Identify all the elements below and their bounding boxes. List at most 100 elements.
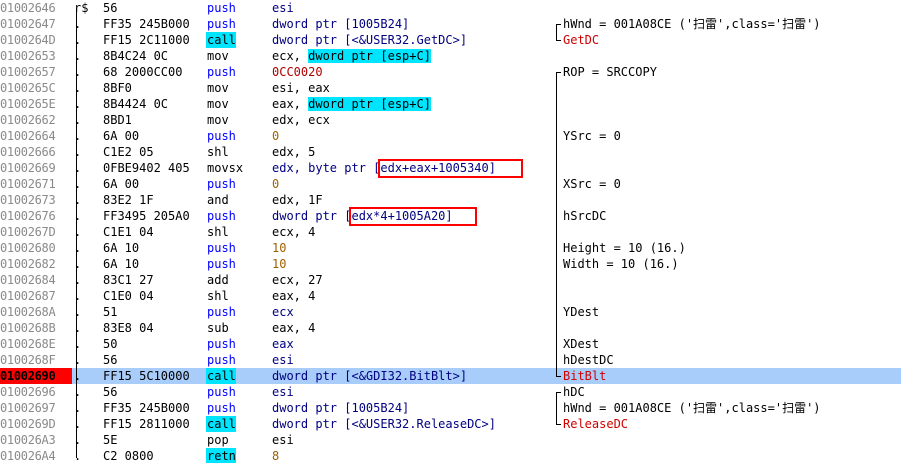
mnemonic-cell: push	[207, 17, 236, 31]
mnemonic-cell: movsx	[207, 161, 244, 175]
hex-bytes-cell: C1E1 04	[103, 225, 154, 239]
operand-cell: dword ptr [1005B24]	[272, 17, 410, 31]
mnemonic-cell: and	[207, 193, 229, 207]
disasm-row[interactable]: 01002690. FF15 5C10000 call dword ptr [<&GD…	[0, 368, 901, 384]
address-cell: 01002676	[0, 209, 56, 223]
getdc-arg-bracket-top	[556, 24, 561, 25]
hex-bytes-cell: FF15 5C10000	[103, 369, 190, 383]
gutter-marker: .	[74, 241, 82, 255]
mnemonic-cell: shl	[207, 145, 229, 159]
address-cell: 01002671	[0, 177, 56, 191]
gutter-marker: .	[74, 209, 82, 223]
disasm-row[interactable]: 01002682. 6A 10 push 10 Width = 10 (16.)	[0, 256, 901, 272]
operand-cell: esi	[272, 385, 294, 399]
disasm-row[interactable]: 0100265C. 8BF0 mov esi, eax	[0, 80, 901, 96]
disasm-row[interactable]: 0100268B. 83E8 04 sub eax, 4	[0, 320, 901, 336]
disasm-row[interactable]: 01002646 r$ 56 push esi	[0, 0, 901, 16]
mnemonic-cell: mov	[207, 49, 229, 63]
gutter-marker: .	[74, 417, 82, 431]
address-cell: 010026A3	[0, 433, 56, 447]
address-cell: 01002687	[0, 289, 56, 303]
disasm-row[interactable]: 0100269D. FF15 2811000 call dword ptr [<&US…	[0, 416, 901, 432]
mnemonic-cell: sub	[207, 321, 229, 335]
address-cell: 01002647	[0, 17, 56, 31]
mnemonic-cell: call	[206, 368, 236, 384]
comment-cell: BitBlt	[563, 369, 607, 383]
disasm-row[interactable]: 01002671. 6A 00 push 0 XSrc = 0	[0, 176, 901, 192]
mnemonic-cell: push	[207, 209, 236, 223]
comment-cell	[563, 48, 901, 64]
gutter-marker: .	[74, 177, 82, 191]
hex-bytes-cell: 0FBE9402 405	[103, 161, 190, 175]
hex-bytes-cell: 5E	[103, 433, 118, 447]
address-cell: 01002680	[0, 241, 56, 255]
disasm-row[interactable]: 01002647. FF35 245B000 push dword ptr [1005…	[0, 16, 901, 32]
hex-bytes-cell: 6A 00	[103, 129, 140, 143]
hex-bytes-cell: 83E8 04	[103, 321, 154, 335]
gutter-marker: .	[74, 433, 82, 447]
hex-bytes-cell: 68 2000CC00	[103, 65, 183, 79]
disasm-row[interactable]: 01002673. 83E2 1F and edx, 1F	[0, 192, 901, 208]
disasm-row[interactable]: 01002684. 83C1 27 add ecx, 27	[0, 272, 901, 288]
mnemonic-cell: mov	[207, 97, 229, 111]
gutter-marker: .	[74, 353, 82, 367]
gutter-marker: .	[74, 97, 82, 111]
disasm-row[interactable]: 01002662. 8BD1 mov edx, ecx	[0, 112, 901, 128]
comment-cell	[563, 112, 901, 128]
gutter-marker: .	[74, 401, 82, 415]
hex-bytes-cell: 8B4C24 0C	[103, 49, 169, 63]
comment-cell: XDest	[563, 337, 600, 351]
bitblt-arg-bracket-top	[556, 72, 561, 73]
hex-bytes-cell: 6A 10	[103, 241, 140, 255]
disasm-row[interactable]: 01002697. FF35 245B000 push dword ptr [1005…	[0, 400, 901, 416]
disasm-row[interactable]: 01002664. 6A 00 push 0 YSrc = 0	[0, 128, 901, 144]
disasm-row[interactable]: 01002687. C1E0 04 shl eax, 4	[0, 288, 901, 304]
mnemonic-cell: push	[207, 305, 236, 319]
disasm-row[interactable]: 010026A4. C2 0800 retn 8	[0, 448, 901, 463]
operand-cell: edx, 1F	[272, 193, 323, 207]
operand-cell: 0CC0020	[272, 65, 323, 79]
disasm-row[interactable]: 0100267D. C1E1 04 shl ecx, 4	[0, 224, 901, 240]
mnemonic-cell: push	[207, 177, 236, 191]
operand-cell: esi	[272, 353, 294, 367]
mnemonic-cell: push	[207, 337, 236, 351]
comment-cell: XSrc = 0	[563, 177, 621, 191]
disasm-row[interactable]: 0100264D. FF15 2C11000 call dword ptr [<&US…	[0, 32, 901, 48]
comment-cell: hDC	[563, 385, 585, 399]
hex-bytes-cell: 6A 10	[103, 257, 140, 271]
gutter-marker: .	[74, 193, 82, 207]
disasm-row[interactable]: 01002653. 8B4C24 0C mov ecx, dword ptr [esp…	[0, 48, 901, 64]
hex-bytes-cell: 51	[103, 305, 118, 319]
gutter-marker: .	[74, 225, 82, 239]
disasm-row[interactable]: 01002680. 6A 10 push 10 Height = 10 (16.)	[0, 240, 901, 256]
mnemonic-cell: push	[207, 65, 236, 79]
hex-bytes-cell: C1E0 04	[103, 289, 154, 303]
gutter-marker: r$	[74, 1, 89, 15]
mnemonic-cell: mov	[207, 81, 229, 95]
address-cell: 01002646	[0, 1, 56, 15]
disasm-row[interactable]: 0100268E. 50 push eax XDest	[0, 336, 901, 352]
gutter-marker: .	[74, 145, 82, 159]
hex-bytes-cell: 56	[103, 353, 118, 367]
address-cell: 0100268E	[0, 337, 56, 351]
disasm-row[interactable]: 010026A3. 5E pop esi	[0, 432, 901, 448]
gutter-marker: .	[74, 257, 82, 271]
getdc-arg-bracket	[556, 24, 557, 40]
operand-cell: ecx, 4	[272, 225, 316, 239]
address-cell: 01002653	[0, 49, 56, 63]
disasm-row[interactable]: 01002696. 56 push esi hDC	[0, 384, 901, 400]
gutter-marker: .	[74, 385, 82, 399]
mnemonic-cell: call	[206, 416, 236, 432]
address-cell: 0100268F	[0, 353, 56, 367]
hex-bytes-cell: FF15 2C11000	[103, 33, 190, 47]
disasm-row[interactable]: 0100268F. 56 push esi hDestDC	[0, 352, 901, 368]
comment-cell	[563, 80, 901, 96]
disasm-row[interactable]: 0100265E. 8B4424 0C mov eax, dword ptr [esp…	[0, 96, 901, 112]
disassembly-view[interactable]: 01002646 r$ 56 push esi 01002647. FF35 245B000…	[0, 0, 901, 463]
comment-cell: ROP = SRCCOPY	[563, 65, 657, 79]
hex-bytes-cell: 50	[103, 337, 118, 351]
bitblt-arg-bracket	[556, 72, 557, 376]
disasm-row[interactable]: 01002657. 68 2000CC00 push 0CC0020 ROP = SRC…	[0, 64, 901, 80]
disasm-row[interactable]: 0100268A. 51 push ecx YDest	[0, 304, 901, 320]
disasm-row[interactable]: 01002666. C1E2 05 shl edx, 5	[0, 144, 901, 160]
